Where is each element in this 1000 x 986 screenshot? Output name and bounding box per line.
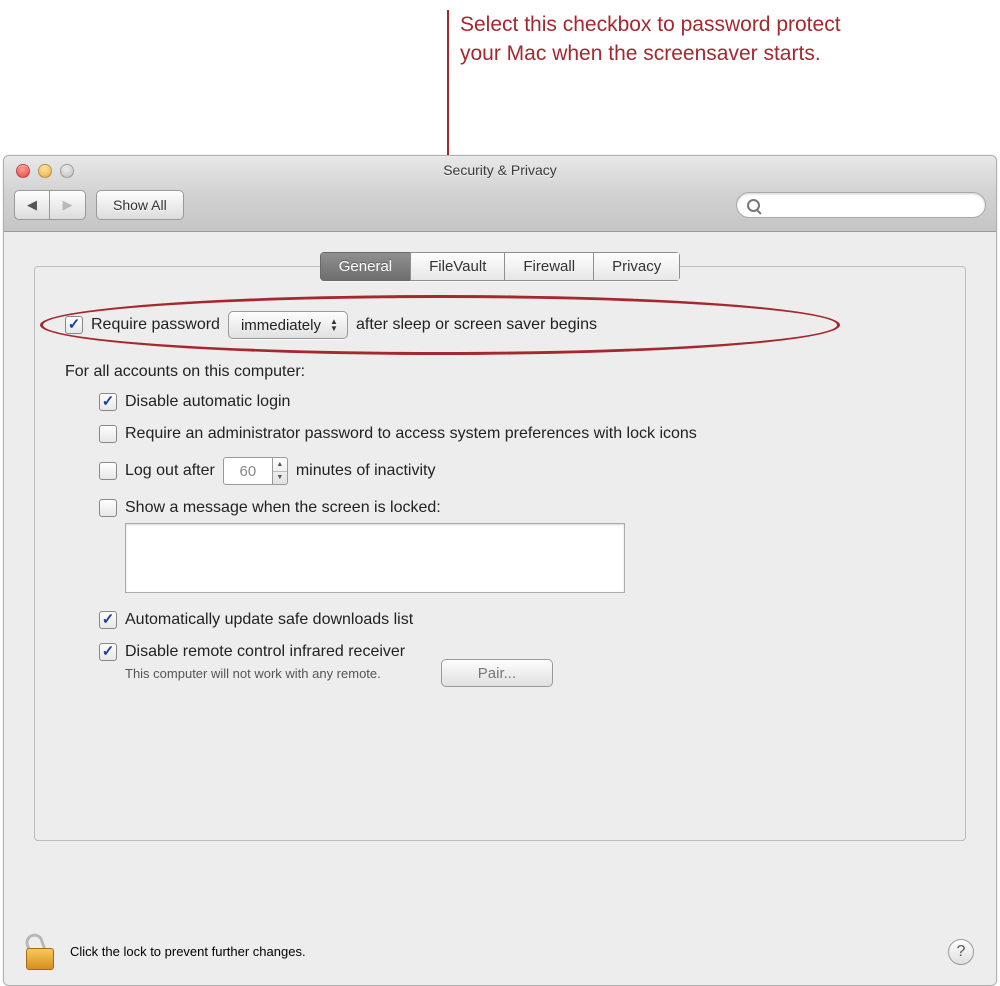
- logout-row: Log out after ▲ ▼ minutes of inactivity: [99, 457, 935, 485]
- triangle-left-icon: ◀: [27, 197, 37, 213]
- require-password-checkbox[interactable]: [65, 316, 83, 334]
- lock-message-textarea[interactable]: [125, 523, 625, 593]
- require-password-delay-value: immediately: [241, 317, 321, 334]
- logout-minutes-input[interactable]: [223, 457, 273, 485]
- lock-icon[interactable]: [26, 934, 56, 970]
- require-admin-label: Require an administrator password to acc…: [125, 425, 697, 443]
- stepper-buttons[interactable]: ▲ ▼: [273, 457, 288, 485]
- logout-minutes-stepper: ▲ ▼: [223, 457, 288, 485]
- auto-update-checkbox[interactable]: [99, 611, 117, 629]
- require-password-delay-popup[interactable]: immediately ▲▼: [228, 311, 348, 339]
- tabs: General FileVault Firewall Privacy: [320, 252, 681, 281]
- disable-auto-login-checkbox[interactable]: [99, 393, 117, 411]
- logout-label-suffix: minutes of inactivity: [296, 462, 436, 480]
- show-message-label: Show a message when the screen is locked…: [125, 499, 441, 517]
- disable-auto-login-label: Disable automatic login: [125, 393, 290, 411]
- toolbar: ◀ ▶ Show All: [14, 190, 986, 220]
- tab-privacy[interactable]: Privacy: [593, 252, 680, 281]
- content-area: General FileVault Firewall Privacy Requi…: [4, 232, 996, 917]
- show-all-button[interactable]: Show All: [96, 190, 184, 220]
- require-password-label-suffix: after sleep or screen saver begins: [356, 316, 597, 334]
- preferences-window: Security & Privacy ◀ ▶ Show All General …: [3, 155, 997, 986]
- updown-arrows-icon: ▲▼: [327, 318, 341, 332]
- stepper-down-icon: ▼: [273, 472, 287, 485]
- require-password-row: Require password immediately ▲▼ after sl…: [65, 311, 935, 339]
- annotation-callout: Select this checkbox to password protect…: [460, 10, 860, 69]
- titlebar: Security & Privacy ◀ ▶ Show All: [4, 156, 996, 232]
- account-options: Disable automatic login Require an admin…: [99, 393, 935, 687]
- back-button[interactable]: ◀: [14, 190, 50, 220]
- triangle-right-icon: ▶: [63, 197, 73, 213]
- general-panel: Require password immediately ▲▼ after sl…: [34, 266, 966, 841]
- stepper-up-icon: ▲: [273, 458, 287, 472]
- window-title: Security & Privacy: [4, 162, 996, 178]
- logout-label-prefix: Log out after: [125, 462, 215, 480]
- logout-checkbox[interactable]: [99, 462, 117, 480]
- tab-filevault[interactable]: FileVault: [410, 252, 504, 281]
- require-password-label-prefix: Require password: [91, 316, 220, 334]
- disable-ir-label: Disable remote control infrared receiver: [125, 643, 405, 661]
- lock-text: Click the lock to prevent further change…: [70, 944, 306, 959]
- tab-general[interactable]: General: [320, 252, 410, 281]
- tab-firewall[interactable]: Firewall: [504, 252, 593, 281]
- pair-button[interactable]: Pair...: [441, 659, 553, 687]
- search-icon: [747, 199, 760, 212]
- disable-auto-login-row: Disable automatic login: [99, 393, 935, 411]
- require-admin-row: Require an administrator password to acc…: [99, 425, 935, 443]
- ir-subrow: This computer will not work with any rem…: [125, 659, 935, 687]
- disable-ir-checkbox[interactable]: [99, 643, 117, 661]
- auto-update-label: Automatically update safe downloads list: [125, 611, 413, 629]
- forward-button[interactable]: ▶: [50, 190, 86, 220]
- footer: Click the lock to prevent further change…: [4, 917, 996, 985]
- nav-buttons: ◀ ▶: [14, 190, 86, 220]
- help-button[interactable]: ?: [948, 939, 974, 965]
- show-message-checkbox[interactable]: [99, 499, 117, 517]
- accounts-heading: For all accounts on this computer:: [65, 363, 935, 381]
- tabs-row: General FileVault Firewall Privacy: [4, 252, 996, 281]
- show-message-row: Show a message when the screen is locked…: [99, 499, 935, 517]
- ir-note: This computer will not work with any rem…: [125, 666, 381, 681]
- auto-update-row: Automatically update safe downloads list: [99, 611, 935, 629]
- require-admin-checkbox[interactable]: [99, 425, 117, 443]
- lock-body: [26, 948, 54, 970]
- search-input[interactable]: [766, 198, 975, 213]
- search-field-wrap: [736, 192, 986, 218]
